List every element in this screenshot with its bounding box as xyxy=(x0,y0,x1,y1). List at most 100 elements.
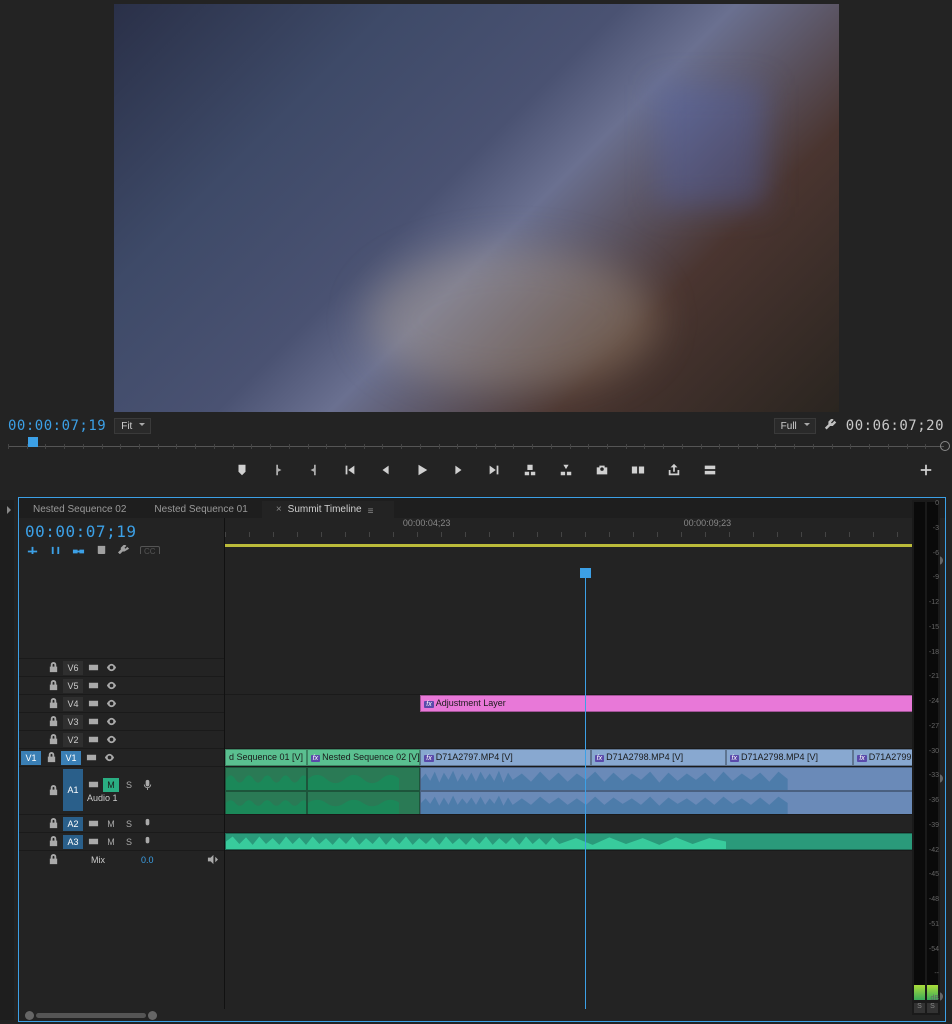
mute-button[interactable]: M xyxy=(103,817,119,831)
toggle-track-output-icon[interactable] xyxy=(103,733,119,747)
lock-icon[interactable] xyxy=(45,697,61,711)
sync-lock-icon[interactable] xyxy=(85,661,101,675)
tab-menu-icon[interactable] xyxy=(368,506,380,514)
track-a3-row[interactable] xyxy=(225,832,935,850)
toggle-track-output-icon[interactable] xyxy=(103,697,119,711)
lock-icon[interactable] xyxy=(45,783,61,797)
clip-nested-seq-02[interactable]: fxNested Sequence 02 [V] xyxy=(307,749,421,766)
track-header-v6[interactable]: V6 xyxy=(19,658,224,676)
scrubber-playhead[interactable] xyxy=(28,437,38,447)
add-marker-button[interactable] xyxy=(234,462,250,478)
toggle-track-output-icon[interactable] xyxy=(103,679,119,693)
mute-button[interactable]: M xyxy=(103,778,119,792)
scrubber-end-marker[interactable] xyxy=(940,441,950,451)
timeline-zoom-bar[interactable] xyxy=(19,1009,945,1021)
mix-track-header[interactable]: Mix 0.0 xyxy=(19,850,224,868)
solo-button[interactable]: S xyxy=(121,778,137,792)
clip-nested-seq-01[interactable]: d Sequence 01 [V] xyxy=(225,749,307,766)
lift-button[interactable] xyxy=(522,462,538,478)
audio-clip[interactable] xyxy=(307,791,421,815)
extract-button[interactable] xyxy=(558,462,574,478)
clip-d71a2798a[interactable]: fxD71A2798.MP4 [V] xyxy=(591,749,726,766)
left-collapsed-panel[interactable] xyxy=(0,500,14,1020)
monitor-scrubber[interactable] xyxy=(8,437,944,455)
lock-icon[interactable] xyxy=(45,679,61,693)
timeline-ruler[interactable]: 00:00:04;23 00:00:09;23 xyxy=(224,518,945,554)
clip-d71a2797[interactable]: fxD71A2797.MP4 [V] xyxy=(420,749,590,766)
clip-d71a2798b[interactable]: fxD71A2798.MP4 [V] xyxy=(726,749,854,766)
track-label[interactable]: V5 xyxy=(63,679,83,693)
lock-icon[interactable] xyxy=(45,853,61,867)
current-timecode[interactable]: 00:00:07;19 xyxy=(8,418,106,434)
voiceover-record-icon[interactable] xyxy=(139,778,155,792)
mix-value[interactable]: 0.0 xyxy=(141,855,154,865)
step-forward-button[interactable] xyxy=(450,462,466,478)
voiceover-record-icon[interactable] xyxy=(139,835,155,849)
comparison-view-button[interactable] xyxy=(630,462,646,478)
play-button[interactable] xyxy=(414,462,430,478)
sync-lock-icon[interactable] xyxy=(85,817,101,831)
track-label[interactable]: A1 xyxy=(63,769,83,811)
sync-lock-icon[interactable] xyxy=(85,679,101,693)
track-v1-row[interactable]: d Sequence 01 [V] fxNested Sequence 02 [… xyxy=(225,748,935,766)
audio-clip[interactable] xyxy=(225,791,307,815)
voiceover-record-icon[interactable] xyxy=(139,817,155,831)
export-button[interactable] xyxy=(666,462,682,478)
audio-clip[interactable] xyxy=(420,767,935,791)
sync-lock-icon[interactable] xyxy=(85,733,101,747)
zoom-handle-right[interactable] xyxy=(148,1011,157,1020)
tab-summit-timeline[interactable]: × Summit Timeline xyxy=(262,501,394,518)
track-label[interactable]: V4 xyxy=(63,697,83,711)
track-header-a3[interactable]: A3 M S xyxy=(19,832,224,850)
zoom-handle-left[interactable] xyxy=(25,1011,34,1020)
track-a2-row[interactable] xyxy=(225,814,935,832)
track-a1-row[interactable] xyxy=(225,766,935,814)
go-to-in-button[interactable] xyxy=(342,462,358,478)
meter-channel-left[interactable] xyxy=(914,502,925,1000)
track-header-v1[interactable]: V1 V1 xyxy=(19,748,224,766)
track-label[interactable]: V3 xyxy=(63,715,83,729)
timeline-playhead[interactable] xyxy=(585,570,586,1009)
track-header-v3[interactable]: V3 xyxy=(19,712,224,730)
lock-icon[interactable] xyxy=(45,715,61,729)
mix-output-icon[interactable] xyxy=(204,853,220,867)
mark-in-button[interactable] xyxy=(270,462,286,478)
mute-button[interactable]: M xyxy=(103,835,119,849)
track-header-v5[interactable]: V5 xyxy=(19,676,224,694)
toggle-track-output-icon[interactable] xyxy=(103,715,119,729)
sync-lock-icon[interactable] xyxy=(85,697,101,711)
audio-clip[interactable] xyxy=(420,791,935,815)
timeline-tracks-area[interactable]: fxAdjustment Layer d Sequence 01 [V] fxN… xyxy=(224,554,945,1009)
solo-button[interactable]: S xyxy=(121,817,137,831)
lock-icon[interactable] xyxy=(45,835,61,849)
close-tab-icon[interactable]: × xyxy=(276,504,282,515)
tab-nested-sequence-02[interactable]: Nested Sequence 02 xyxy=(19,501,140,518)
toggle-track-output-icon[interactable] xyxy=(103,661,119,675)
export-frame-button[interactable] xyxy=(594,462,610,478)
audio-clip-a3[interactable] xyxy=(225,833,935,850)
button-editor-add[interactable] xyxy=(918,462,934,478)
track-header-v2[interactable]: V2 xyxy=(19,730,224,748)
solo-button[interactable]: S xyxy=(121,835,137,849)
lock-icon[interactable] xyxy=(45,733,61,747)
audio-clip[interactable] xyxy=(225,767,307,791)
sync-lock-icon[interactable] xyxy=(85,778,101,792)
go-to-out-button[interactable] xyxy=(486,462,502,478)
track-header-a2[interactable]: A2 M S xyxy=(19,814,224,832)
resolution-dropdown[interactable]: Full xyxy=(774,418,816,434)
track-mix-row[interactable] xyxy=(225,850,935,868)
expand-panel-icon[interactable] xyxy=(5,506,9,510)
track-label[interactable]: V1 xyxy=(61,751,81,765)
track-v4-row[interactable]: fxAdjustment Layer xyxy=(225,694,935,712)
lock-icon[interactable] xyxy=(45,661,61,675)
settings-wrench-icon[interactable] xyxy=(824,419,838,433)
meter-channel-right[interactable] xyxy=(927,502,938,1000)
sync-lock-icon[interactable] xyxy=(83,751,99,765)
step-back-button[interactable] xyxy=(378,462,394,478)
proxy-toggle-button[interactable] xyxy=(702,462,718,478)
video-display-area[interactable] xyxy=(0,0,952,415)
zoom-scrollbar[interactable] xyxy=(36,1013,146,1018)
tab-nested-sequence-01[interactable]: Nested Sequence 01 xyxy=(140,501,261,518)
timeline-current-timecode[interactable]: 00:00:07;19 xyxy=(25,522,218,541)
zoom-level-dropdown[interactable]: Fit xyxy=(114,418,151,434)
